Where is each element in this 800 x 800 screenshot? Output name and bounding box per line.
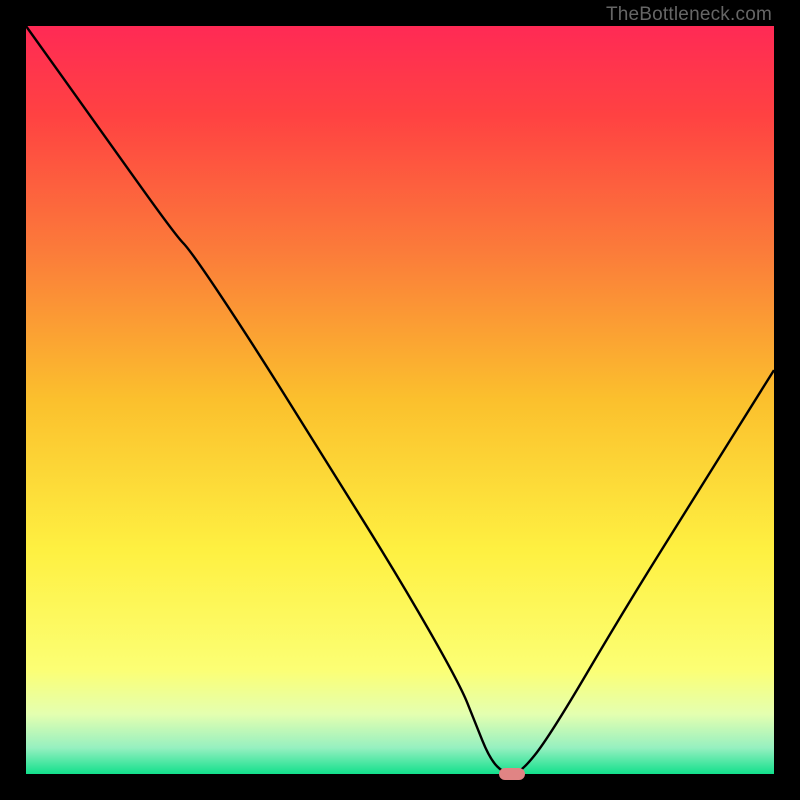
watermark-text: TheBottleneck.com (606, 4, 772, 26)
gradient-background (26, 26, 774, 774)
plot-area (26, 26, 774, 774)
optimal-marker (499, 768, 525, 780)
chart-container: TheBottleneck.com (0, 0, 800, 800)
